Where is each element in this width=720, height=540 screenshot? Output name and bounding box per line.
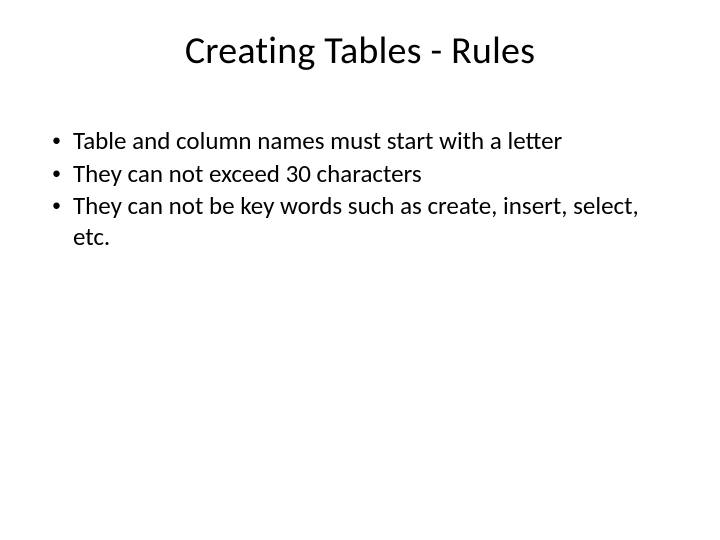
bullet-text: They can not exceed 30 characters <box>73 159 680 190</box>
list-item: • They can not be key words such as crea… <box>52 191 680 252</box>
bullet-list: • Table and column names must start with… <box>40 126 680 252</box>
list-item: • They can not exceed 30 characters <box>52 159 680 190</box>
bullet-text: They can not be key words such as create… <box>73 191 680 252</box>
bullet-text: Table and column names must start with a… <box>73 126 680 157</box>
bullet-icon: • <box>52 159 61 188</box>
slide-title: Creating Tables - Rules <box>40 28 680 74</box>
bullet-icon: • <box>52 191 61 220</box>
bullet-icon: • <box>52 126 61 155</box>
list-item: • Table and column names must start with… <box>52 126 680 157</box>
